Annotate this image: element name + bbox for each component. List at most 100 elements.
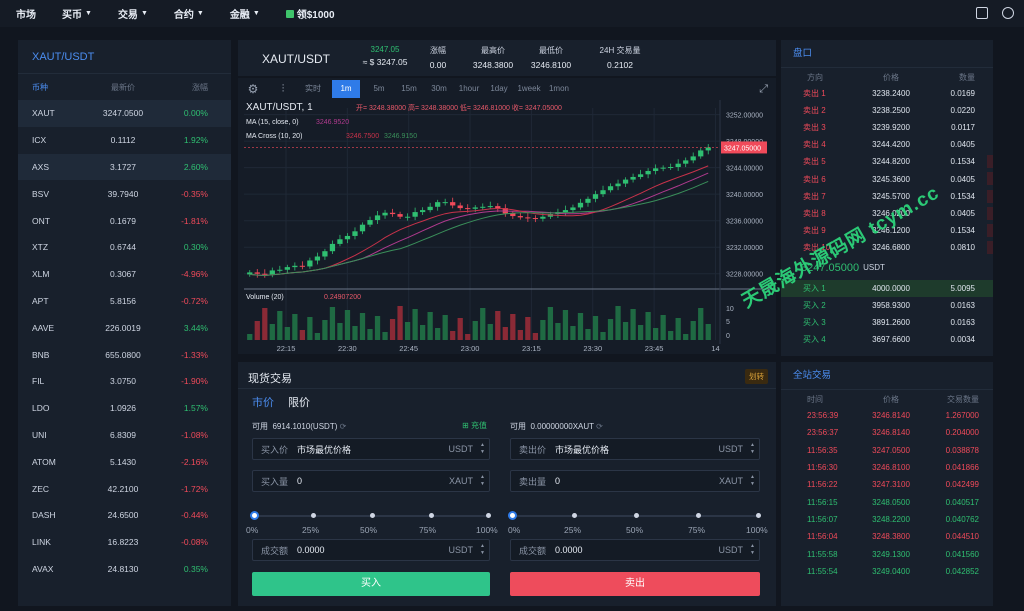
deposit-link[interactable]: ⊞ 充值 xyxy=(462,420,487,431)
tab-timeframe[interactable]: 15m xyxy=(394,80,424,98)
sell-percent-slider[interactable] xyxy=(508,511,761,520)
slider-stop[interactable] xyxy=(429,513,434,518)
sell-qty-field[interactable]: 卖出量 0 XAUT ▲ ▼ xyxy=(510,470,760,492)
market-price: 3247.0500 xyxy=(102,108,144,119)
bid-row[interactable]: 买入 2 3958.9300 0.0163 xyxy=(781,297,993,314)
volume-bar xyxy=(412,309,418,340)
ask-row[interactable]: 卖出 5 3244.8200 0.1534 xyxy=(781,153,993,170)
macross-label: MA Cross (10, 20) xyxy=(246,133,302,140)
trade-amount: 0.038878 xyxy=(945,445,979,455)
user-icon[interactable] xyxy=(1002,7,1014,19)
refresh-icon[interactable]: ⟳ xyxy=(596,422,603,431)
market-row[interactable]: AVAX 24.8130 0.35% xyxy=(18,556,231,583)
indicator-icon[interactable]: ⫶ xyxy=(268,83,298,96)
buy-price-field[interactable]: 买入价 市场最优价格 USDT ▲ ▼ xyxy=(252,438,490,460)
market-row[interactable]: XTZ 0.6744 0.30% xyxy=(18,234,231,261)
slider-stop[interactable] xyxy=(756,513,761,518)
fullscreen-icon[interactable]: ⤢ xyxy=(759,83,768,96)
sell-button[interactable]: 卖出 xyxy=(510,572,760,596)
volume-bar xyxy=(510,314,516,340)
nav-trade[interactable]: 交易 ▼ xyxy=(118,6,148,21)
ask-row[interactable]: 卖出 2 3238.2500 0.0220 xyxy=(781,102,993,119)
market-row[interactable]: UNI 6.8309 -1.08% xyxy=(18,422,231,449)
buy-qty-field[interactable]: 买入量 0 XAUT ▲ ▼ xyxy=(252,470,490,492)
stepper-icon[interactable]: ▲ ▼ xyxy=(480,442,485,456)
nav-finance[interactable]: 金融 ▼ xyxy=(230,6,260,21)
market-row[interactable]: ONT 0.1679 -1.81% xyxy=(18,207,231,234)
market-row[interactable]: ATOM 5.1430 -2.16% xyxy=(18,448,231,475)
tab-spot[interactable]: 现货交易 xyxy=(248,370,292,386)
stepper-icon[interactable]: ▲ ▼ xyxy=(480,543,485,557)
market-row[interactable]: BNB 655.0800 -1.33% xyxy=(18,341,231,368)
trade-price: 3246.8140 xyxy=(872,411,910,421)
market-symbol: AAVE xyxy=(32,322,55,333)
market-row[interactable]: DASH 24.6500 -0.44% xyxy=(18,502,231,529)
bid-row[interactable]: 买入 1 4000.0000 5.0095 xyxy=(781,279,993,298)
market-row[interactable]: LDO 1.0926 1.57% xyxy=(18,395,231,422)
settings-icon[interactable]: ⚙ xyxy=(238,82,268,96)
market-row[interactable]: AXS 3.1727 2.60% xyxy=(18,153,231,181)
bid-row[interactable]: 买入 3 3891.2600 0.0163 xyxy=(781,314,993,331)
market-trades-panel: 全站交易 时间 价格 交易数量 23:56:39 3246.8140 1.26700… xyxy=(781,362,993,606)
nav-market[interactable]: 市场 xyxy=(16,6,36,21)
buy-amount-unit: USDT xyxy=(448,545,474,555)
nav-gift[interactable]: 领$1000 xyxy=(285,6,335,21)
tab-timeframe[interactable]: 实时 xyxy=(298,80,328,98)
tab-timeframe[interactable]: 1day xyxy=(484,80,514,98)
market-row[interactable]: BSV 39.7940 -0.35% xyxy=(18,180,231,207)
tab-timeframe[interactable]: 1m xyxy=(332,80,360,98)
slider-stop[interactable] xyxy=(572,513,577,518)
nav-contract[interactable]: 合约 ▼ xyxy=(174,6,204,21)
mode-limit[interactable]: 限价 xyxy=(288,394,310,410)
buy-button[interactable]: 买入 xyxy=(252,572,490,596)
slider-stop[interactable] xyxy=(370,513,375,518)
bid-row[interactable]: 买入 4 3697.6600 0.0034 xyxy=(781,331,993,348)
ticker-stats-bar: XAUT/USDT 3247.05 ≈ $ 3247.05 涨幅 0.00 最高价… xyxy=(238,40,776,76)
ask-row[interactable]: 卖出 4 3244.4200 0.0405 xyxy=(781,136,993,153)
ask-row[interactable]: 卖出 1 3238.2400 0.0169 xyxy=(781,85,993,102)
slider-stop[interactable] xyxy=(634,513,639,518)
tab-timeframe[interactable]: 1week xyxy=(514,80,544,98)
tab-timeframe[interactable]: 30m xyxy=(424,80,454,98)
market-row[interactable]: APT 5.8156 -0.72% xyxy=(18,288,231,315)
refresh-icon[interactable]: ⟳ xyxy=(340,422,347,431)
stepper-icon[interactable]: ▲ ▼ xyxy=(750,442,755,456)
slider-stop[interactable] xyxy=(486,513,491,518)
wallet-icon[interactable] xyxy=(976,7,988,19)
sell-amount-field[interactable]: 成交额 0.0000 USDT ▲ ▼ xyxy=(510,539,760,561)
market-row[interactable]: AAVE 226.0019 3.44% xyxy=(18,314,231,341)
ask-row[interactable]: 卖出 6 3245.3600 0.0405 xyxy=(781,170,993,187)
mode-market[interactable]: 市价 xyxy=(252,394,274,410)
tab-timeframe[interactable]: 1hour xyxy=(454,80,484,98)
buy-percent-slider[interactable] xyxy=(250,511,491,520)
candle xyxy=(600,190,606,195)
slider-knob[interactable] xyxy=(508,511,517,520)
tab-timeframe[interactable]: 1mon xyxy=(544,80,574,98)
market-symbol: XAUT xyxy=(32,108,55,119)
slider-stop[interactable] xyxy=(696,513,701,518)
stepper-icon[interactable]: ▲ ▼ xyxy=(480,474,485,488)
ask-side: 卖出 7 xyxy=(803,191,826,201)
nav-buy-crypto[interactable]: 买币 ▼ xyxy=(62,6,92,21)
tab-timeframe[interactable]: 5m xyxy=(364,80,394,98)
sell-price-field[interactable]: 卖出价 市场最优价格 USDT ▲ ▼ xyxy=(510,438,760,460)
market-row[interactable]: XAUT 3247.0500 0.00% xyxy=(18,100,231,127)
ask-row[interactable]: 卖出 3 3239.9200 0.0117 xyxy=(781,119,993,136)
trade-price: 3249.1300 xyxy=(872,549,910,559)
transfer-badge[interactable]: 划转 xyxy=(745,369,768,384)
buy-amount-field[interactable]: 成交额 0.0000 USDT ▲ ▼ xyxy=(252,539,490,561)
last-price: 3247.05 xyxy=(370,45,400,54)
kline-chart[interactable]: 3252.000003248.000003244.000003240.00000… xyxy=(238,100,776,354)
market-row[interactable]: ICX 0.1112 1.92% xyxy=(18,127,231,154)
slider-stop[interactable] xyxy=(311,513,316,518)
market-row[interactable]: XLM 0.3067 -4.96% xyxy=(18,261,231,288)
buy-available-value: 6914.1010(USDT) xyxy=(272,422,338,431)
market-row[interactable]: LINK 16.8223 -0.08% xyxy=(18,529,231,556)
market-change: 2.60% xyxy=(183,161,208,172)
slider-knob[interactable] xyxy=(250,511,259,520)
market-row[interactable]: FIL 3.0750 -1.90% xyxy=(18,368,231,395)
stepper-icon[interactable]: ▲ ▼ xyxy=(750,543,755,557)
trade-row: 23:56:39 3246.8140 1.267000 xyxy=(781,407,993,424)
market-row[interactable]: ZEC 42.2100 -1.72% xyxy=(18,475,231,502)
stepper-icon[interactable]: ▲ ▼ xyxy=(750,474,755,488)
